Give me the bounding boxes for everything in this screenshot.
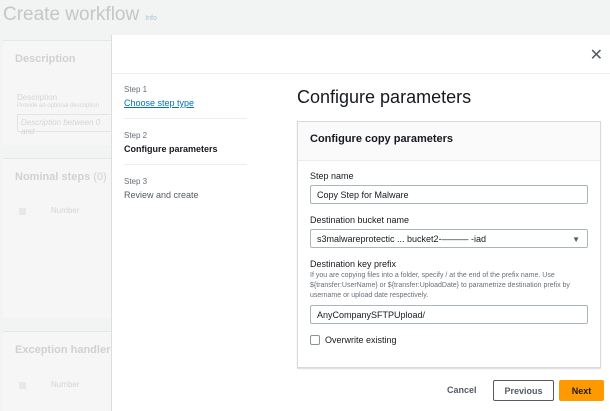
- exception-number-column: Number: [51, 380, 80, 389]
- modal-header: ✕: [112, 35, 610, 74]
- step-1: Step 1 Choose step type: [124, 85, 247, 119]
- overwrite-checkbox[interactable]: [310, 335, 320, 345]
- prefix-input[interactable]: AnyCompanySFTPUpload/: [310, 305, 588, 324]
- description-input[interactable]: Description between 0 and: [17, 114, 117, 136]
- next-button[interactable]: Next: [559, 380, 604, 401]
- bucket-select[interactable]: s3malwareprotectic ... bucket2-——— -iad ▼: [310, 229, 588, 248]
- description-label: Description: [17, 93, 58, 102]
- prefix-label: Destination key prefix: [310, 259, 397, 269]
- caret-down-icon: ▼: [572, 235, 580, 244]
- step-name-input[interactable]: Copy Step for Malware: [310, 185, 588, 204]
- configure-step-modal: ✕ Step 1 Choose step type Step 2 Configure…: [111, 35, 610, 411]
- number-column: Number: [51, 206, 80, 215]
- page-title: Create workflow Info: [3, 4, 157, 26]
- select-all-checkbox[interactable]: [19, 208, 26, 215]
- step-name-label: Step name: [310, 171, 354, 181]
- step-current: Configure parameters: [124, 144, 218, 154]
- info-link[interactable]: Info: [145, 15, 157, 22]
- nominal-steps-card: Nominal steps (0) Number: [3, 158, 123, 318]
- bucket-label: Destination bucket name: [310, 215, 410, 225]
- overwrite-label[interactable]: Overwrite existing: [325, 335, 397, 345]
- step-label: Step 2: [124, 131, 148, 140]
- copy-parameters-panel: Configure copy parameters Step name Copy…: [297, 121, 601, 368]
- step-2: Step 2 Configure parameters: [124, 131, 247, 165]
- wizard-steps: Step 1 Choose step type Step 2 Configure p…: [124, 85, 247, 222]
- bucket-value: s3malwareprotectic ... bucket2-——— -iad: [317, 234, 487, 244]
- previous-button[interactable]: Previous: [493, 380, 554, 401]
- exception-select-all-checkbox[interactable]: [19, 382, 26, 389]
- step-label: Step 3: [124, 177, 148, 186]
- prefix-description: If you are copying files into a folder, …: [310, 272, 570, 299]
- modal-title: Configure parameters: [297, 87, 472, 107]
- close-icon[interactable]: ✕: [590, 45, 603, 65]
- nominal-header: Nominal steps (0): [15, 171, 107, 183]
- description-header: Description: [15, 53, 76, 65]
- cancel-button[interactable]: Cancel: [447, 385, 477, 395]
- panel-title: Configure copy parameters: [298, 122, 600, 161]
- description-hint: Provide an optional description: [17, 103, 100, 109]
- step-link-choose-step-type[interactable]: Choose step type: [124, 98, 247, 108]
- step-3: Step 3 Review and create: [124, 177, 247, 210]
- exception-header: Exception handlers: [15, 344, 117, 356]
- exception-card: Exception handlers Number: [3, 331, 123, 411]
- step-label: Step 1: [124, 85, 148, 94]
- description-card: Description Description Provide an optio…: [3, 40, 123, 145]
- page-title-text: Create workflow: [3, 4, 140, 25]
- overwrite-row: Overwrite existing: [310, 335, 588, 345]
- step-name: Review and create: [124, 190, 199, 200]
